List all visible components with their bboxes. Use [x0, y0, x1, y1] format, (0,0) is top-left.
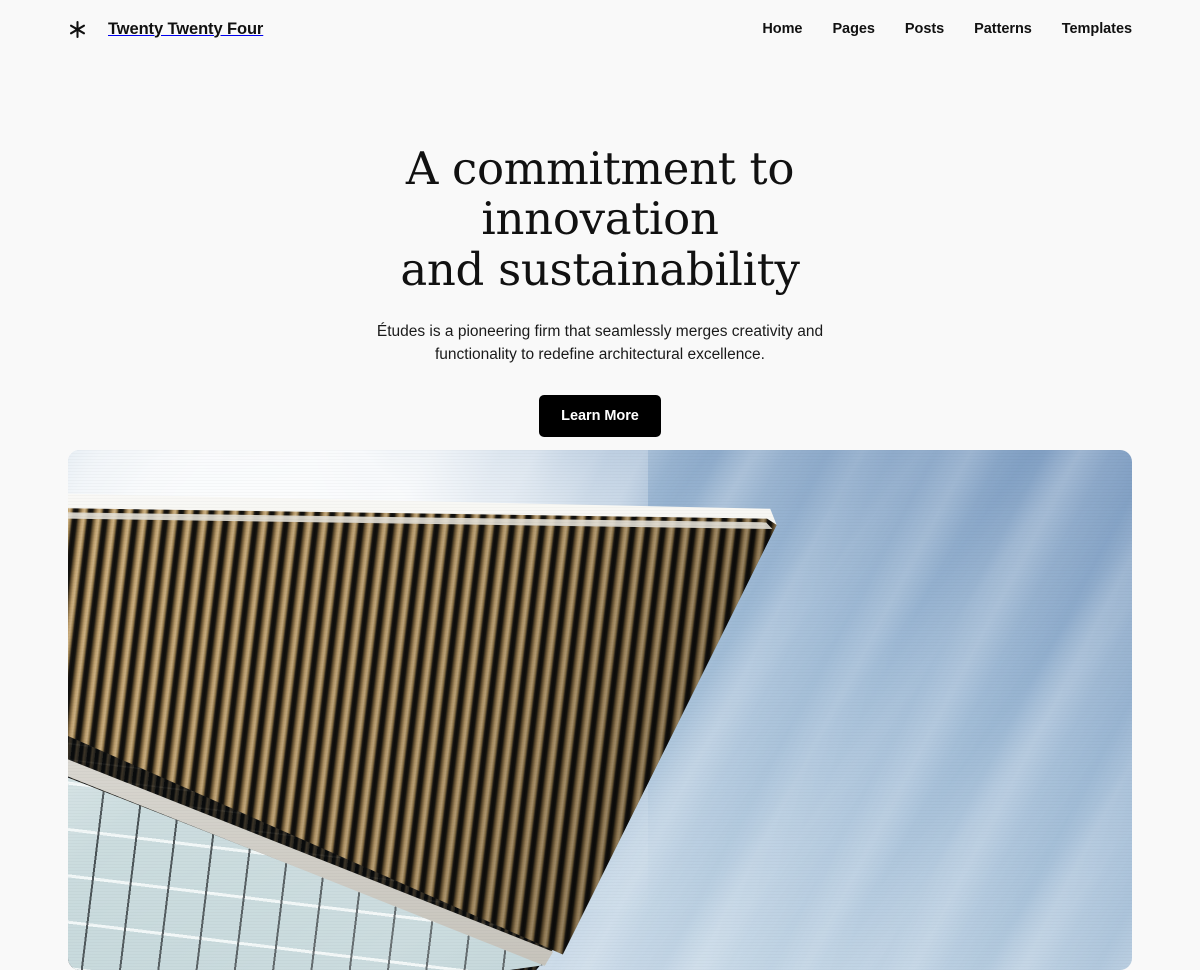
- hero-title: A commitment to innovation and sustainab…: [290, 142, 910, 296]
- hero-section: A commitment to innovation and sustainab…: [0, 58, 1200, 438]
- hero-image: [68, 450, 1132, 970]
- nav-item-patterns[interactable]: Patterns: [974, 21, 1032, 37]
- hero-title-line-2: and sustainability: [400, 242, 800, 296]
- primary-navigation: Home Pages Posts Patterns Templates: [762, 21, 1132, 37]
- nav-item-posts[interactable]: Posts: [905, 21, 944, 37]
- hero-title-line-1: A commitment to innovation: [405, 142, 795, 246]
- nav-item-pages[interactable]: Pages: [832, 21, 875, 37]
- nav-item-templates[interactable]: Templates: [1062, 21, 1132, 37]
- site-branding[interactable]: Twenty Twenty Four: [68, 20, 263, 39]
- site-title: Twenty Twenty Four: [108, 19, 264, 38]
- hero-description: Études is a pioneering firm that seamles…: [376, 323, 824, 364]
- site-header: Twenty Twenty Four Home Pages Posts Patt…: [0, 0, 1200, 58]
- learn-more-button[interactable]: Learn More: [539, 395, 661, 438]
- asterisk-icon: [68, 20, 87, 39]
- nav-item-home[interactable]: Home: [762, 21, 802, 37]
- architecture-photo: [68, 450, 1132, 970]
